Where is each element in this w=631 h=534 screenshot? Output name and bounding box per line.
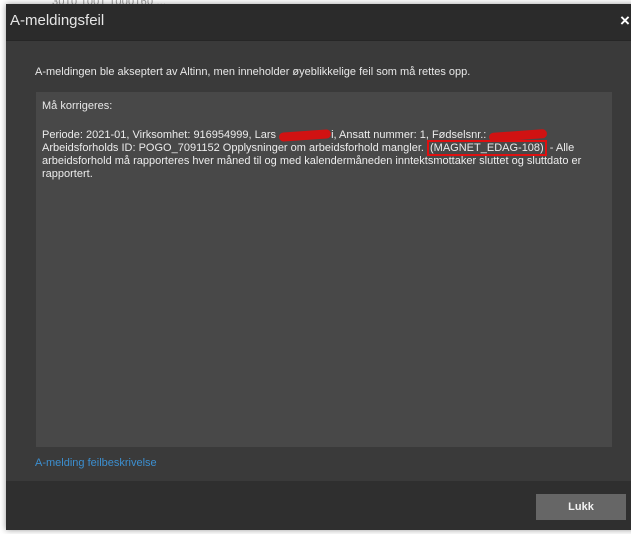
errors-heading: Må korrigeres: (42, 100, 113, 112)
error-line3: arbeidsforhold må rapporteres hver måned… (42, 155, 582, 180)
error-line2-part2: - Alle (546, 142, 575, 154)
errors-panel: Må korrigeres: Periode: 2021-01, Virksom… (36, 92, 612, 447)
dialog-footer: Lukk (6, 481, 631, 530)
dialog-title: A-meldingsfeil (10, 12, 105, 29)
error-line1-part1: Periode: 2021-01, Virksomhet: 916954999,… (42, 129, 280, 141)
error-dialog: A-meldingsfeil × A-meldingen ble aksepte… (6, 4, 631, 530)
dialog-content: A-meldingen ble akseptert av Altinn, men… (6, 41, 631, 481)
close-icon[interactable]: × (617, 12, 631, 30)
redaction-mark-name (278, 128, 332, 142)
dialog-titlebar: A-meldingsfeil × (6, 4, 631, 41)
error-code-highlight: (MAGNET_EDAG-108) (427, 140, 547, 156)
intro-text: A-meldingen ble akseptert av Altinn, men… (35, 66, 471, 78)
errors-text: Periode: 2021-01, Virksomhet: 916954999,… (42, 128, 610, 181)
error-line2-part1: Arbeidsforholds ID: POGO_7091152 Opplysn… (42, 142, 428, 154)
close-button[interactable]: Lukk (536, 494, 626, 520)
help-link[interactable]: A-melding feilbeskrivelse (35, 457, 157, 469)
